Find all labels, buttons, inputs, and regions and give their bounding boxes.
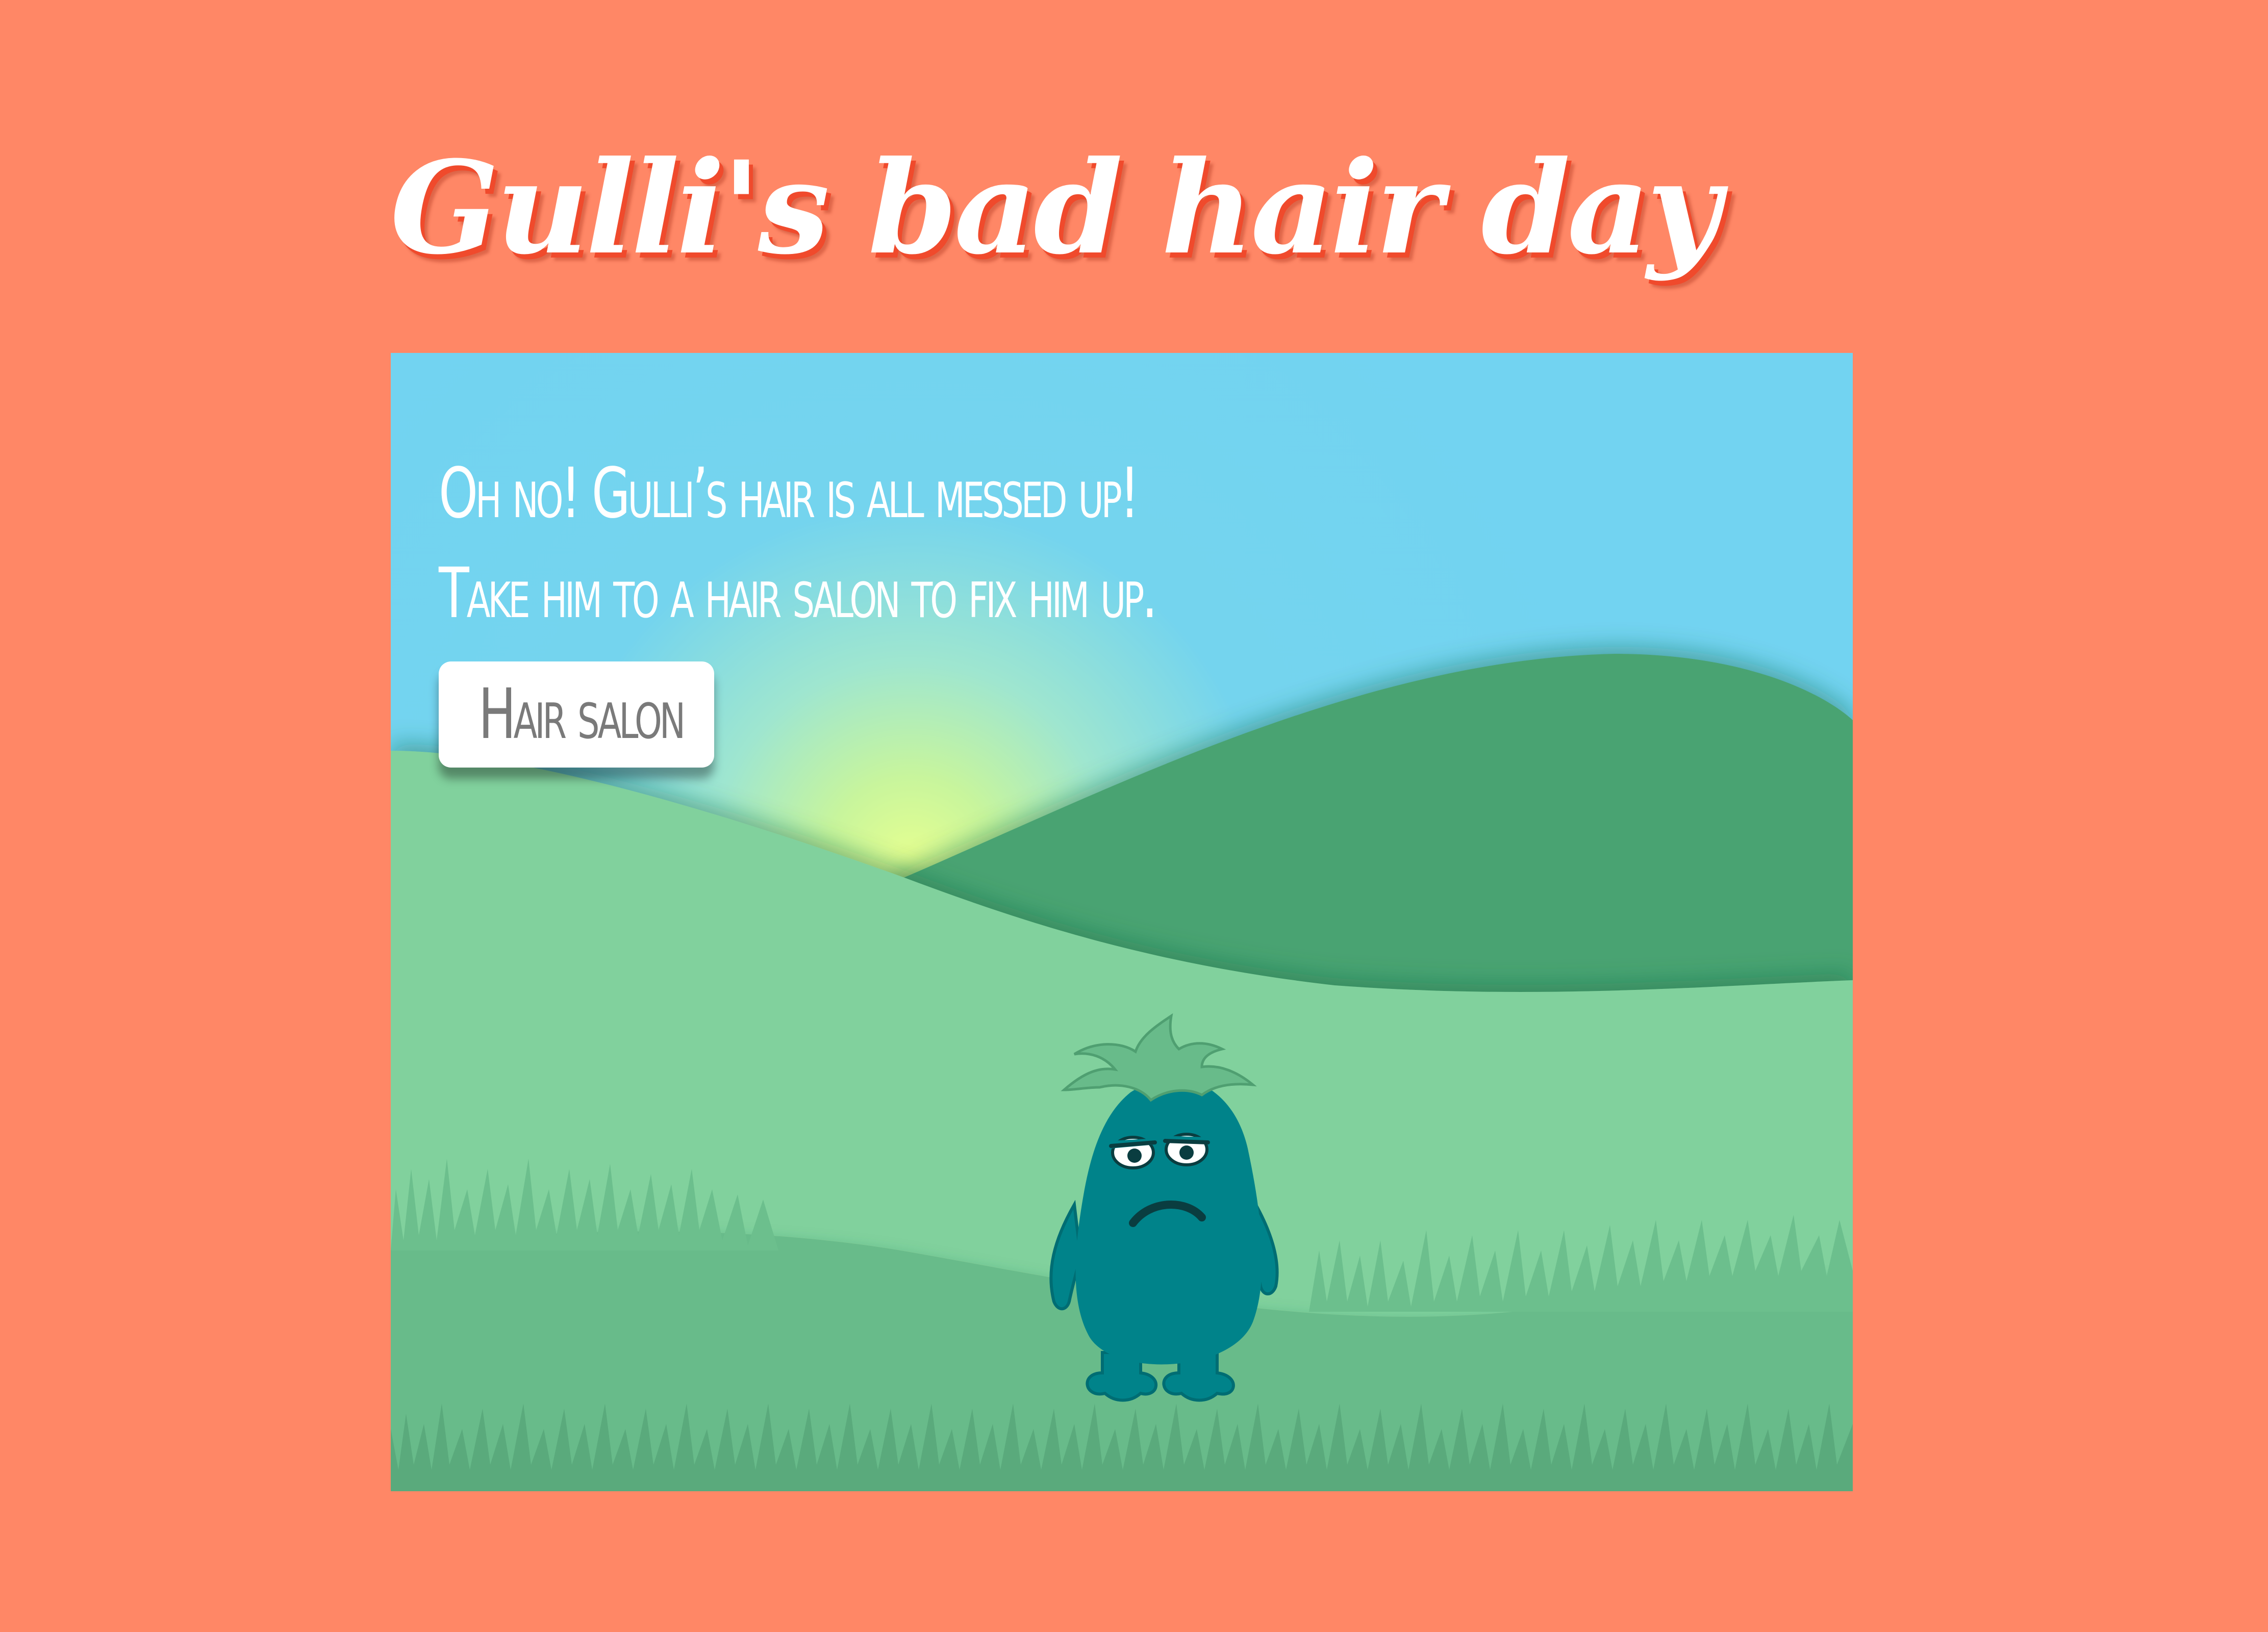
story-line-2: Take him to a hair salon to fix him up. [439, 553, 1157, 634]
hair-salon-button-label: Hair salon [478, 674, 686, 755]
hair-salon-button[interactable]: Hair salon [439, 661, 714, 768]
story-text: Oh no! Gulli’s hair is all messed up! Ta… [439, 444, 1157, 644]
game-scene: Oh no! Gulli’s hair is all messed up! Ta… [391, 353, 1853, 1491]
page-title: Gulli's bad hair day [390, 133, 1721, 283]
story-line-1: Oh no! Gulli’s hair is all messed up! [439, 453, 1140, 534]
